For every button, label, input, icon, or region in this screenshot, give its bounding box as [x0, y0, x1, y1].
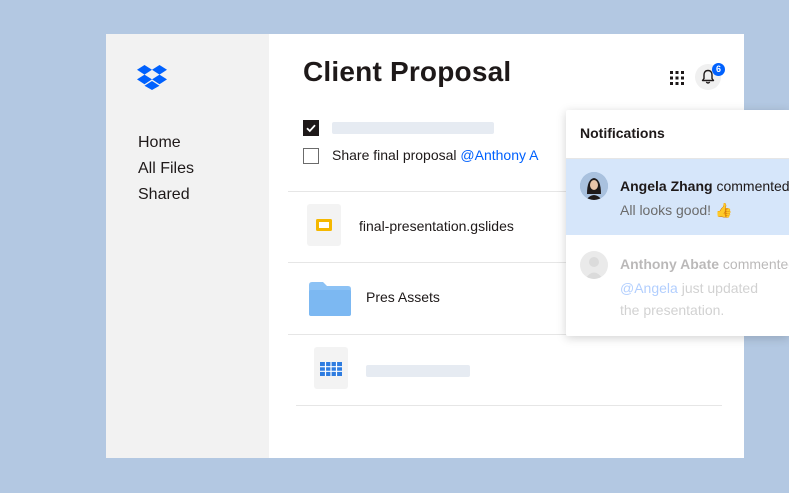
checkmark-icon [306, 124, 316, 133]
notification-item[interactable]: Anthony Abate commented @Angela just upd… [566, 236, 789, 336]
folder-icon [309, 282, 351, 316]
file-row[interactable] [288, 335, 744, 405]
divider [296, 405, 722, 406]
folder-name: Pres Assets [366, 289, 440, 305]
sidebar-item-home[interactable]: Home [138, 130, 194, 156]
notification-action: commented [719, 256, 789, 272]
avatar [580, 172, 608, 200]
notification-author: Anthony Abate [620, 256, 720, 272]
notification-message: @Angela just updated [620, 280, 758, 296]
slides-file-icon [316, 219, 332, 231]
sidebar-item-all-files[interactable]: All Files [138, 156, 194, 182]
person-avatar-icon [580, 251, 608, 279]
task-label: Share final proposal @Anthony A [332, 147, 538, 163]
notification-item[interactable]: Angela Zhang commented All looks good! 👍 [566, 159, 789, 235]
task-checkbox-unchecked[interactable] [303, 148, 319, 164]
notification-message-part: just updated [677, 280, 758, 296]
notification-mention[interactable]: @Angela [620, 280, 678, 296]
notification-message: All looks good! 👍 [620, 202, 733, 218]
notification-text: Angela Zhang commented [620, 178, 789, 194]
notification-action: commented [712, 178, 789, 194]
sheet-file-icon [320, 362, 342, 376]
notifications-panel: Notifications Angela Zhang commented All… [566, 110, 789, 336]
task-text-placeholder [332, 122, 494, 134]
task-checkbox-checked[interactable] [303, 120, 319, 136]
sidebar-item-shared[interactable]: Shared [138, 182, 194, 208]
notification-message-continued: the presentation. [620, 302, 725, 318]
task-text: Share final proposal [332, 147, 461, 163]
notification-text: Anthony Abate commented [620, 256, 789, 272]
dropbox-logo-icon[interactable] [137, 64, 167, 90]
person-avatar-icon [580, 172, 608, 200]
notification-count-badge: 6 [712, 63, 725, 76]
file-thumbnail [314, 347, 348, 389]
sidebar-nav: Home All Files Shared [138, 130, 194, 208]
file-thumbnail [307, 204, 341, 246]
avatar [580, 251, 608, 279]
page-title: Client Proposal [303, 56, 512, 87]
notification-author: Angela Zhang [620, 178, 713, 194]
grid-icon[interactable] [669, 70, 685, 86]
task-mention[interactable]: @Anthony A [460, 147, 538, 163]
file-name: final-presentation.gslides [359, 218, 514, 234]
notifications-title: Notifications [580, 125, 665, 141]
file-name-placeholder [366, 365, 470, 377]
sidebar: Home All Files Shared [106, 34, 269, 458]
